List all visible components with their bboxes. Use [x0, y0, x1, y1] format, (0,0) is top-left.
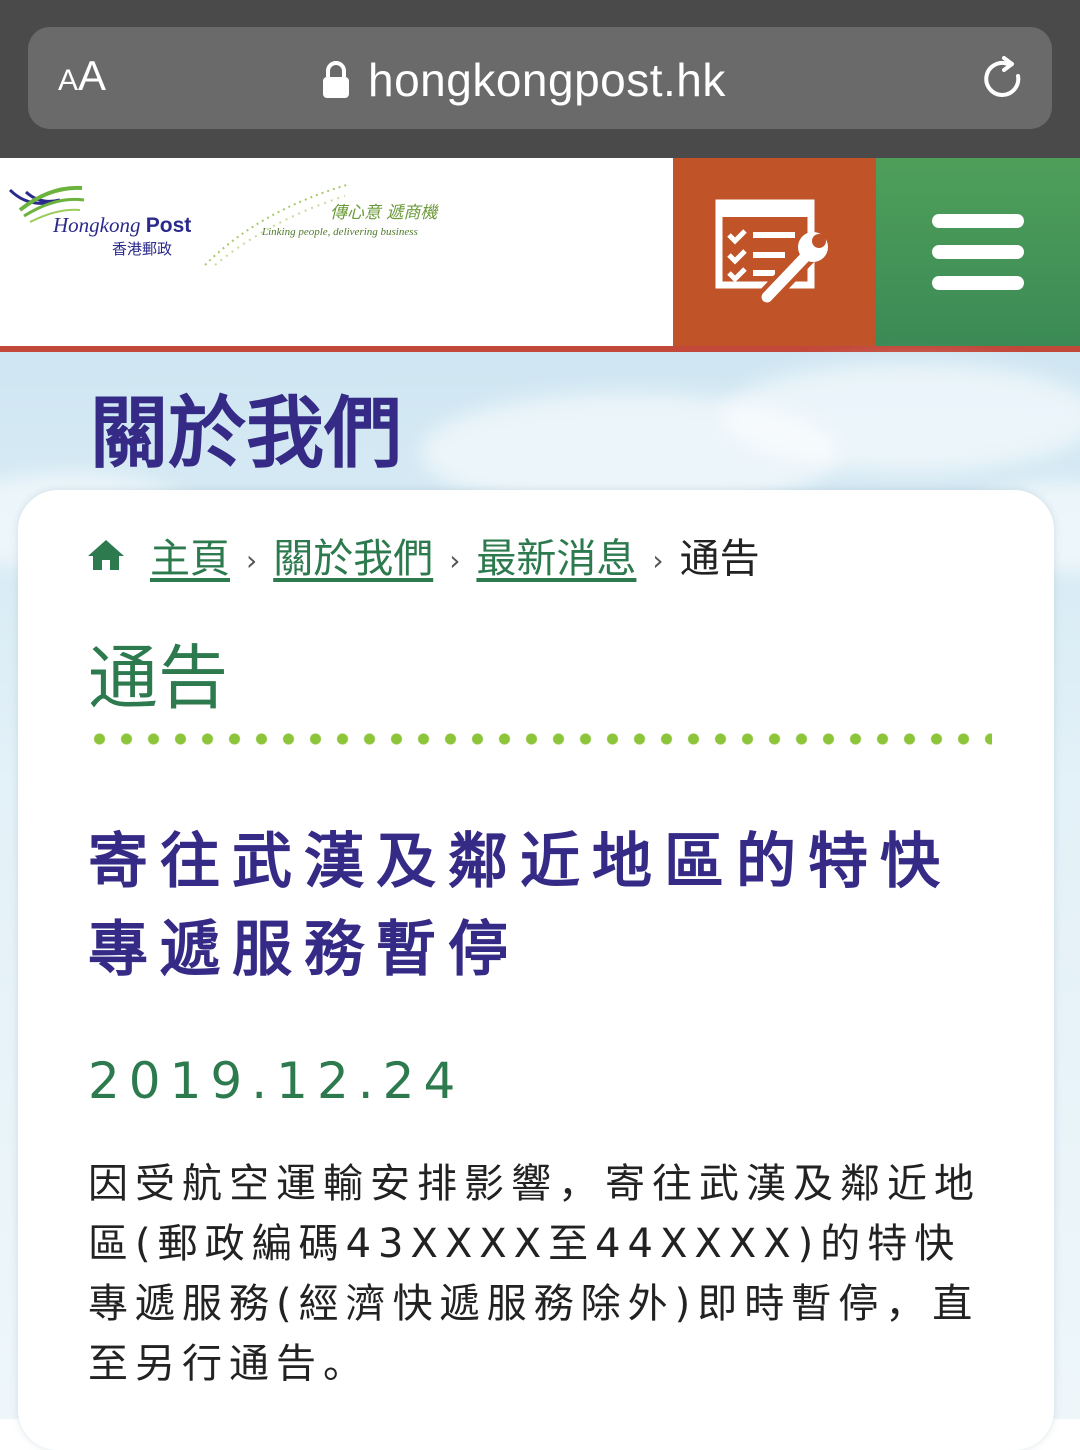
- url-display[interactable]: hongkongpost.hk: [322, 50, 726, 110]
- breadcrumb-separator: ›: [449, 543, 461, 577]
- text-size-label-small: A: [58, 64, 79, 97]
- breadcrumb-link-about-us[interactable]: 關於我們: [273, 526, 433, 584]
- breadcrumb-link-home[interactable]: 主頁: [150, 526, 230, 584]
- breadcrumb-separator: ›: [652, 543, 664, 577]
- notice-body: 因受航空運輸安排影響，寄往武漢及鄰近地區(郵政編碼43XXXX至44XXXX)的…: [88, 1161, 981, 1387]
- logo-name-zh: 香港郵政: [112, 240, 173, 258]
- lock-icon: [323, 61, 349, 98]
- section-title: 關於我們: [90, 389, 403, 479]
- eservices-tools-button[interactable]: [673, 158, 876, 346]
- browser-toolbar: A A hongkongpost.hk: [0, 0, 1080, 158]
- logo-name-en-italic: Hongkong: [53, 213, 141, 237]
- text-size-button[interactable]: A A: [58, 52, 106, 108]
- hamburger-menu-icon: [932, 214, 1024, 290]
- breadcrumb-link-latest-news[interactable]: 最新消息: [476, 526, 636, 584]
- menu-button[interactable]: [876, 158, 1080, 346]
- dotted-divider: [86, 732, 992, 746]
- reload-icon[interactable]: [978, 54, 1028, 104]
- notice-title: 寄往武漢及鄰近地區的特快專遞服務暫停: [88, 827, 952, 985]
- checklist-wrench-icon: [715, 199, 828, 307]
- text-size-label-big: A: [78, 52, 107, 99]
- page-heading: 通告: [88, 637, 228, 719]
- slogan-zh: 傳心意 遞商機: [330, 203, 438, 223]
- home-icon[interactable]: [86, 538, 126, 572]
- slogan-en: Linking people, delivering business: [262, 226, 418, 238]
- breadcrumb-separator: ›: [246, 543, 258, 577]
- logo-name-en: Hongkong Post: [53, 213, 191, 238]
- logo-name-en-bold: Post: [145, 214, 192, 237]
- breadcrumb-current: 通告: [679, 536, 760, 582]
- notice-date: 2019.12.24: [88, 1052, 465, 1110]
- breadcrumb: 主頁 › 關於我們 › 最新消息 › 通告: [86, 527, 760, 583]
- url-text: hongkongpost.hk: [368, 54, 726, 106]
